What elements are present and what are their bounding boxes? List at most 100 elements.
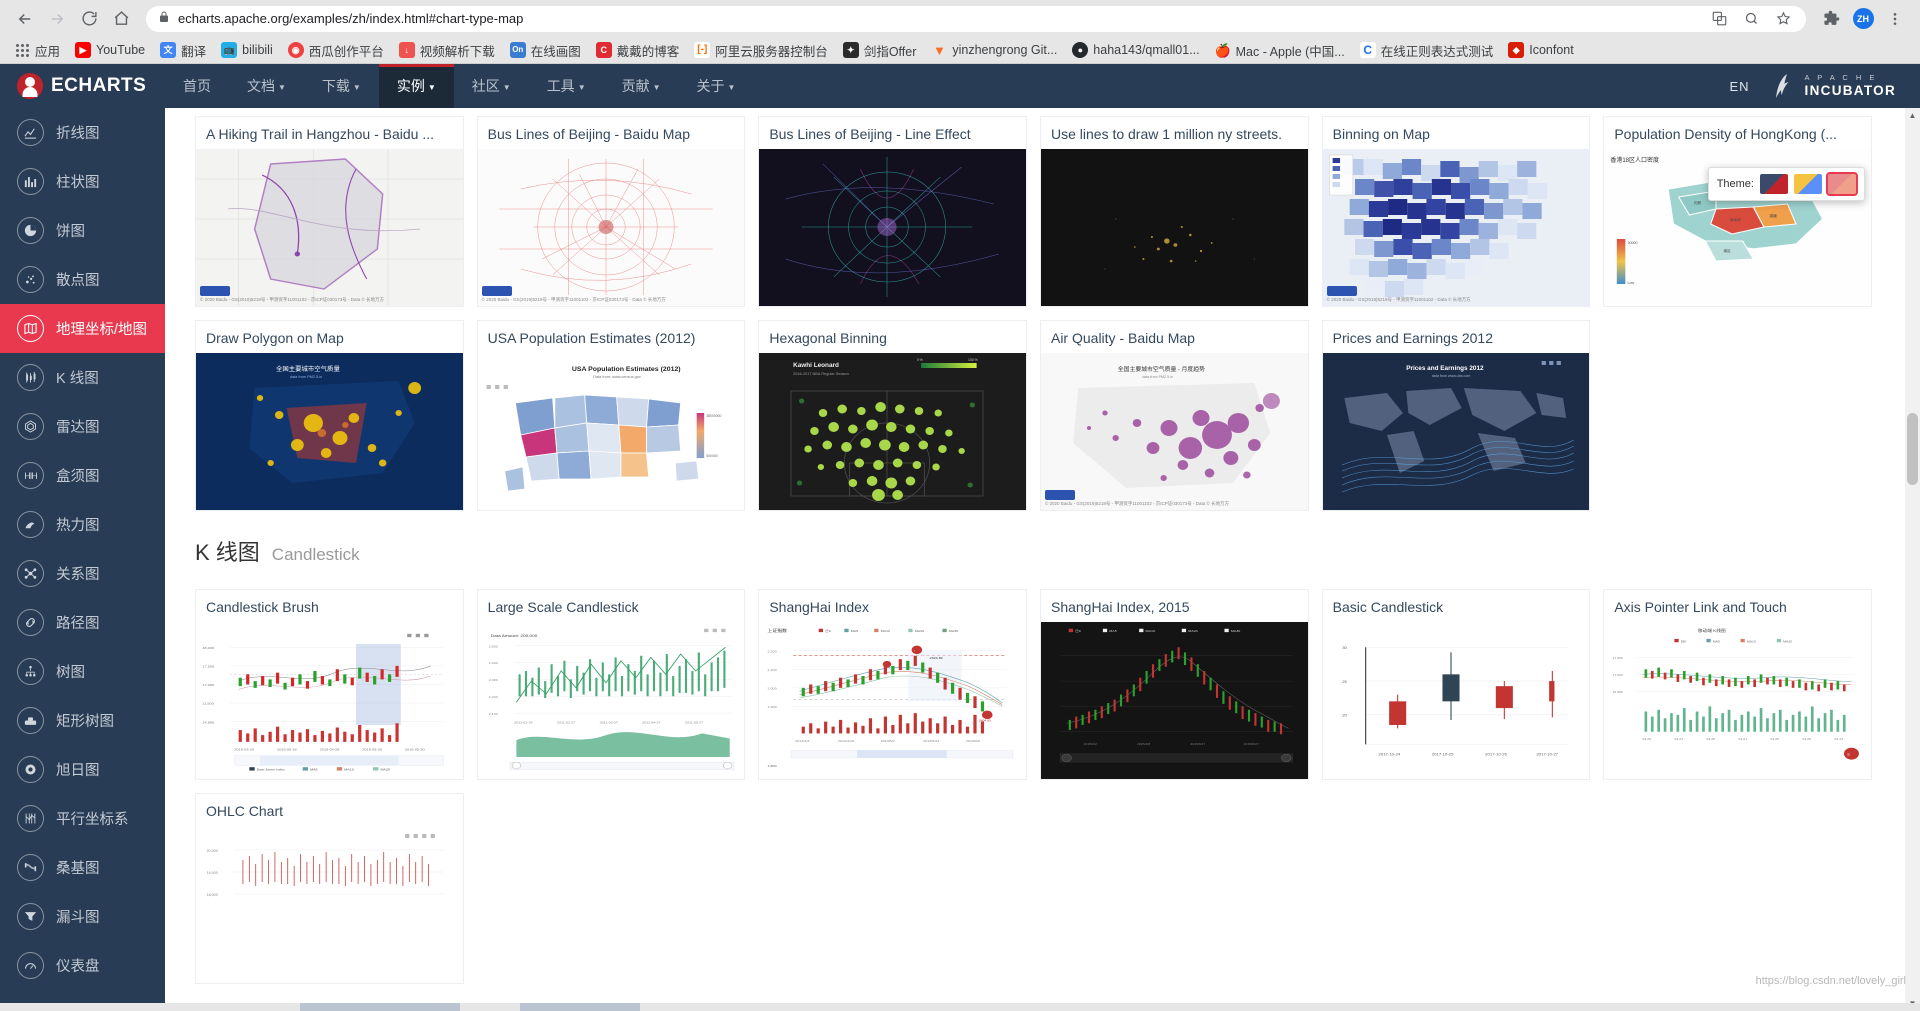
- translate-icon[interactable]: [1708, 8, 1730, 30]
- example-card-shanghai-index[interactable]: ShangHai Index 上证指数 日K MA5 MA10 MA20 MA3…: [758, 589, 1027, 780]
- sidebar-item-boxplot[interactable]: HIH 盒须图: [0, 451, 165, 500]
- sidebar-item-gauge[interactable]: 仪表盘: [0, 941, 165, 990]
- sidebar-item-funnel[interactable]: 漏斗图: [0, 892, 165, 941]
- example-card-hex-binning[interactable]: Hexagonal Binning Kawhi Leonard 2016-201…: [758, 320, 1027, 511]
- sidebar-item-lines[interactable]: 路径图: [0, 598, 165, 647]
- card-title: ShangHai Index, 2015: [1040, 590, 1308, 622]
- bookmark-apps[interactable]: 应用: [8, 39, 66, 62]
- sidebar-item-graph[interactable]: 关系图: [0, 549, 165, 598]
- example-card-ohlc-chart[interactable]: OHLC Chart 20,000 19,000 18,000: [195, 793, 464, 984]
- card-title: Hexagonal Binning: [759, 321, 1026, 353]
- sidebar-item-scatter[interactable]: 散点图: [0, 255, 165, 304]
- extensions-button[interactable]: [1816, 4, 1846, 34]
- bookmark-apple[interactable]: 🍎 Mac - Apple (中国...: [1209, 39, 1351, 62]
- sidebar-item-candlestick[interactable]: K 线图: [0, 353, 165, 402]
- example-card-axis-pointer-link[interactable]: Axis Pointer Link and Touch 移动端 K线图 日K M…: [1603, 589, 1872, 780]
- bookmark-bilibili[interactable]: 📺 bilibili: [215, 40, 279, 60]
- bookmark-video-download[interactable]: ↓ 视频解析下载: [393, 39, 501, 62]
- bookmark-label: bilibili: [242, 43, 273, 57]
- sidebar-item-parallel[interactable]: 平行坐标系: [0, 794, 165, 843]
- nav-item-about[interactable]: 关于 ▼: [679, 64, 754, 108]
- sidebar-item-bar[interactable]: 柱状图: [0, 157, 165, 206]
- sidebar-item-sunburst[interactable]: 旭日图: [0, 745, 165, 794]
- sidebar-item-label: 地理坐标/地图: [56, 322, 148, 338]
- theme-swatch-3[interactable]: [1825, 172, 1858, 196]
- page-scrollbar[interactable]: ▲ ▼: [1905, 108, 1920, 1011]
- bookmark-regex[interactable]: C 在线正则表达式测试: [1354, 39, 1500, 62]
- example-card-usa-population[interactable]: USA Population Estimates (2012) USA Popu…: [476, 320, 746, 511]
- back-button[interactable]: [10, 4, 40, 34]
- nav-item-download[interactable]: 下载 ▼: [304, 64, 379, 108]
- bookmark-offer[interactable]: ✦ 剑指Offer: [837, 39, 923, 62]
- address-bar[interactable]: echarts.apache.org/examples/zh/index.htm…: [146, 5, 1806, 32]
- bookmark-iconfont[interactable]: ◆ Iconfont: [1502, 40, 1579, 60]
- bookmark-xigua[interactable]: ◉ 西瓜创作平台: [282, 39, 390, 62]
- apache-incubator-logo[interactable]: A P A C H E INCUBATOR: [1772, 73, 1896, 99]
- example-card-prices-earnings[interactable]: Prices and Earnings 2012 Prices and Earn…: [1321, 320, 1591, 511]
- example-card-large-scale-candlestick[interactable]: Large Scale Candlestick Data Amount: 200…: [476, 589, 746, 780]
- example-card-hiking-trail[interactable]: A Hiking Trail in Hangzhou - Baidu ... ©…: [195, 116, 464, 307]
- nav-label: 文档: [247, 78, 275, 94]
- brand[interactable]: ECHARTS: [0, 64, 165, 108]
- thumbnail-basic-candlestick: 30 25 20 2017-10-24 2017-10-25 2017-10-26 201…: [1322, 622, 1590, 779]
- chevron-up-icon[interactable]: ▲: [1905, 108, 1920, 123]
- theme-swatch-2[interactable]: [1793, 174, 1822, 194]
- svg-text:2,400: 2,400: [488, 662, 497, 666]
- map-credit: © 2020 Baidu - GS(2019)5218号 - 甲测资字11001…: [200, 297, 385, 302]
- sidebar-item-heatmap[interactable]: 热力图: [0, 500, 165, 549]
- svg-text:2011-04-27: 2011-04-27: [642, 721, 660, 725]
- example-card-air-quality[interactable]: Air Quality - Baidu Map 全国主要城市空气质量 - 月度趋…: [1039, 320, 1309, 511]
- nav-item-community[interactable]: 社区 ▼: [454, 64, 529, 108]
- apache-feather-icon: [1772, 73, 1796, 99]
- bookmark-label: 在线正则表达式测试: [1380, 44, 1494, 59]
- sidebar-item-tree[interactable]: 树图: [0, 647, 165, 696]
- example-card-hongkong-density[interactable]: Population Density of HongKong (... 元朗 深水…: [1603, 116, 1872, 307]
- sidebar-item-map[interactable]: 地理坐标/地图: [0, 304, 165, 353]
- nav-item-tools[interactable]: 工具 ▼: [529, 64, 604, 108]
- sankey-icon: [17, 854, 44, 881]
- svg-text:2017-10-25: 2017-10-25: [1431, 753, 1453, 757]
- nav-item-docs[interactable]: 文档 ▼: [229, 64, 304, 108]
- sidebar-item-pie[interactable]: 饼图: [0, 206, 165, 255]
- example-card-shanghai-index-2015[interactable]: ShangHai Index, 2015 日K MA5 MA10 MA20 MA…: [1039, 589, 1309, 780]
- theme-popup[interactable]: Theme:: [1707, 167, 1865, 201]
- example-card-binning-map[interactable]: Binning on Map © 2020 Baidu - GS(2019)52…: [1321, 116, 1591, 307]
- nav-item-home[interactable]: 首页: [165, 64, 229, 108]
- example-card-basic-candlestick[interactable]: Basic Candlestick 30 25 20 2017-10-24 20…: [1321, 589, 1591, 780]
- example-card-bus-lines-effect[interactable]: Bus Lines of Beijing - Line Effect: [758, 116, 1027, 307]
- example-card-ny-streets[interactable]: Use lines to draw 1 million ny streets.: [1039, 116, 1309, 307]
- bookmark-aliyun[interactable]: [-] 阿里云服务器控制台: [688, 39, 834, 62]
- nav-item-contribute[interactable]: 贡献 ▼: [604, 64, 679, 108]
- sidebar-item-treemap[interactable]: 矩形树图: [0, 696, 165, 745]
- forward-button[interactable]: [42, 4, 72, 34]
- reload-button[interactable]: [74, 4, 104, 34]
- svg-text:≡: ≡: [1848, 754, 1851, 758]
- star-icon[interactable]: [1772, 8, 1794, 30]
- profile-button[interactable]: ZH: [1848, 4, 1878, 34]
- nav-item-examples[interactable]: 实例 ▼: [378, 64, 454, 108]
- theme-label: Theme:: [1716, 178, 1754, 190]
- sidebar-item-radar[interactable]: 雷达图: [0, 402, 165, 451]
- bookmark-blog[interactable]: C 戴戴的博客: [590, 39, 686, 62]
- language-switch[interactable]: EN: [1729, 79, 1749, 94]
- theme-swatch-1[interactable]: [1759, 174, 1788, 194]
- scrollbar-thumb[interactable]: [1907, 413, 1918, 485]
- svg-text:2015/4/8: 2015/4/8: [1137, 743, 1151, 747]
- svg-text:2013/5/24: 2013/5/24: [924, 739, 940, 743]
- example-card-candlestick-brush[interactable]: Candlestick Brush 18,000 17,500 17,000 1…: [195, 589, 464, 780]
- bookmark-gitlab[interactable]: ▼ yinzhengrong Git...: [925, 40, 1063, 60]
- home-button[interactable]: [106, 4, 136, 34]
- bookmark-github[interactable]: ● haha143/qmall01...: [1066, 40, 1205, 60]
- bookmark-online-draw[interactable]: On 在线画图: [504, 39, 587, 62]
- svg-text:2,500: 2,500: [488, 645, 497, 649]
- example-card-draw-polygon[interactable]: Draw Polygon on Map 全国主要城市空气质量 data from…: [195, 320, 464, 511]
- xigua-icon: ◉: [287, 42, 304, 58]
- example-card-bus-lines-baidu[interactable]: Bus Lines of Beijing - Baidu Map © 2020 …: [476, 116, 746, 307]
- sidebar-item-line[interactable]: 折线图: [0, 108, 165, 157]
- svg-text:2,100: 2,100: [768, 668, 777, 672]
- bookmark-translate[interactable]: 文 翻译: [154, 39, 212, 62]
- chrome-menu-button[interactable]: [1880, 4, 1910, 34]
- search-icon[interactable]: [1740, 8, 1762, 30]
- bookmark-youtube[interactable]: ▶ YouTube: [69, 40, 151, 60]
- sidebar-item-sankey[interactable]: 桑基图: [0, 843, 165, 892]
